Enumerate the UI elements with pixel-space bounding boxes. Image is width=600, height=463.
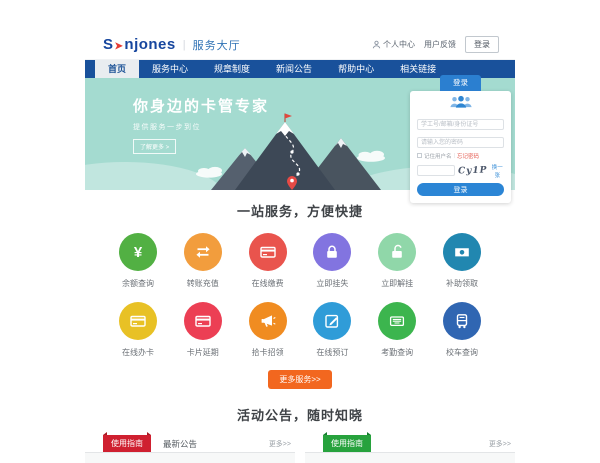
service-item-subsidy[interactable]: 补助领取 (433, 233, 491, 289)
edit-icon (323, 312, 341, 330)
lock-icon (323, 243, 341, 261)
cloud-left (196, 167, 222, 178)
service-item-transfer[interactable]: 转账充值 (174, 233, 232, 289)
top-right-links: 个人中心 用户反馈 登录 (372, 36, 499, 53)
nav-item-help-center[interactable]: 帮助中心 (325, 60, 387, 78)
service-item-unfreeze[interactable]: 立即解挂 (368, 233, 426, 289)
user-feedback-label: 用户反馈 (424, 39, 456, 50)
yen-icon: ¥ (134, 244, 142, 261)
login-tab[interactable]: 登录 (440, 75, 481, 91)
services-row-1: ¥ 余额查询 转账充值 在线缴费 立即挂失 (85, 233, 515, 289)
card-icon (129, 312, 147, 330)
service-item-card-extension[interactable]: 卡片延期 (174, 302, 232, 358)
card-icon (194, 312, 212, 330)
left-column-content (85, 453, 295, 463)
right-column-header: 使用指南 更多>> (305, 435, 515, 453)
nav-item-rules[interactable]: 规章制度 (201, 60, 263, 78)
latest-announcements-tab[interactable]: 最新公告 (163, 438, 197, 450)
remember-label: 记住用户名 (424, 152, 452, 160)
captcha-input[interactable] (417, 165, 455, 176)
remember-checkbox[interactable] (417, 153, 422, 158)
megaphone-icon (259, 312, 277, 330)
service-item-apply-card[interactable]: 在线办卡 (109, 302, 167, 358)
users-group-icon (447, 95, 475, 108)
person-icon (372, 40, 381, 49)
services-row-2: 在线办卡 卡片延期 拾卡招领 在线预订 (85, 302, 515, 358)
left-column-header: 使用指南 最新公告 更多>> (85, 435, 295, 453)
service-item-lost-found[interactable]: 拾卡招领 (239, 302, 297, 358)
header-login-button[interactable]: 登录 (465, 36, 499, 53)
usage-guide-ribbon-left[interactable]: 使用指南 (103, 435, 151, 452)
login-form: 记住用户名 | 忘记密码 Cy1P 换一张 登录 (410, 91, 511, 203)
more-link-right[interactable]: 更多>> (489, 439, 511, 449)
services-section: 一站服务，方便快捷 ¥ 余额查询 转账充值 在线缴费 (85, 190, 515, 401)
user-feedback-link[interactable]: 用户反馈 (424, 39, 456, 50)
announcement-column-right: 使用指南 更多>> (305, 435, 515, 463)
service-item-school-bus[interactable]: 校车查询 (433, 302, 491, 358)
service-item-attendance[interactable]: 考勤查询 (368, 302, 426, 358)
username-input[interactable] (417, 119, 504, 130)
remember-divider: | (454, 153, 455, 159)
forgot-password-link[interactable]: 忘记密码 (457, 152, 479, 160)
service-item-online-booking[interactable]: 在线预订 (303, 302, 361, 358)
captcha-refresh-link[interactable]: 换一张 (490, 163, 504, 179)
hero-banner: 你身边的卡管专家 提供服务一步到位 了解更多 > 登录 记住用户名 | 忘记密码 (85, 78, 515, 190)
password-input[interactable] (417, 137, 504, 148)
site-name: 服务大厅 (193, 37, 241, 53)
hero-cta-button[interactable]: 了解更多 > (133, 139, 176, 154)
hero-subtitle: 提供服务一步到位 (133, 122, 269, 132)
service-item-online-payment[interactable]: 在线缴费 (239, 233, 297, 289)
announcement-column-left: 使用指南 最新公告 更多>> (85, 435, 295, 463)
flag-icon (285, 114, 292, 119)
announcements-section: 活动公告，随时知晓 使用指南 最新公告 更多>> 使用指南 更多>> (85, 401, 515, 463)
transfer-icon (194, 243, 212, 261)
more-services-button[interactable]: 更多服务>> (268, 370, 331, 389)
logo-arrow-icon: ➤ (115, 41, 124, 52)
unlock-icon (388, 243, 406, 261)
login-panel: 登录 记住用户名 | 忘记密码 Cy1P 换一张 (410, 72, 511, 203)
nav-item-home[interactable]: 首页 (95, 60, 139, 78)
logo-divider: | (183, 39, 186, 51)
logo-text: S➤njones (103, 36, 176, 53)
login-submit-button[interactable]: 登录 (417, 183, 504, 196)
services-title: 一站服务，方便快捷 (85, 201, 515, 220)
logo[interactable]: S➤njones | 服务大厅 (103, 36, 241, 53)
nav-item-news[interactable]: 新闻公告 (263, 60, 325, 78)
nav-item-service-center[interactable]: 服务中心 (139, 60, 201, 78)
personal-center-link[interactable]: 个人中心 (372, 39, 415, 50)
personal-center-label: 个人中心 (383, 39, 415, 50)
service-item-report-loss[interactable]: 立即挂失 (303, 233, 361, 289)
right-column-content (305, 453, 515, 463)
hero-title: 你身边的卡管专家 (133, 95, 269, 116)
card-icon (259, 243, 277, 261)
page-container: S➤njones | 服务大厅 个人中心 用户反馈 登录 首页 服务中心 规章制… (85, 30, 515, 463)
remember-row: 记住用户名 | 忘记密码 (417, 152, 504, 160)
top-bar: S➤njones | 服务大厅 个人中心 用户反馈 登录 (85, 30, 515, 60)
captcha-image[interactable]: Cy1P (458, 165, 488, 176)
keyboard-icon (388, 312, 406, 330)
hero-text: 你身边的卡管专家 提供服务一步到位 了解更多 > (133, 95, 269, 154)
cloud-right (357, 151, 385, 162)
bus-icon (453, 312, 471, 330)
announcements-title: 活动公告，随时知晓 (85, 405, 515, 424)
banknote-icon (453, 243, 471, 261)
announcement-columns: 使用指南 最新公告 更多>> 使用指南 更多>> (85, 435, 515, 463)
more-link-left[interactable]: 更多>> (269, 439, 291, 449)
service-item-balance[interactable]: ¥ 余额查询 (109, 233, 167, 289)
captcha-row: Cy1P 换一张 (417, 163, 504, 179)
usage-guide-ribbon-right[interactable]: 使用指南 (323, 435, 371, 452)
